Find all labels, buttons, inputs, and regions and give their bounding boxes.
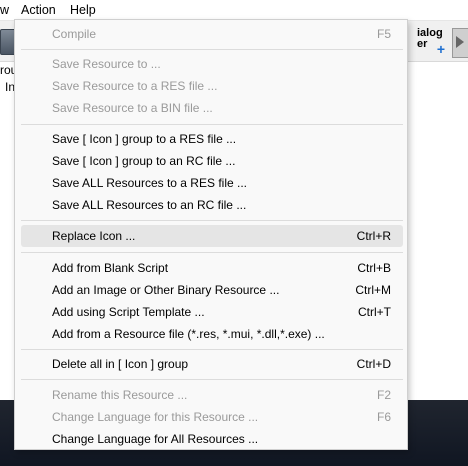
- menu-item-add-from-resource-file[interactable]: Add from a Resource file (*.res, *.mui, …: [21, 323, 403, 345]
- plus-icon: +: [436, 41, 445, 57]
- menu-bar: w Action Help: [0, 0, 468, 21]
- menu-item-delete-group[interactable]: Delete all in [ Icon ] group Ctrl+D: [21, 353, 403, 375]
- menu-item-label: Add from a Resource file (*.res, *.mui, …: [52, 327, 325, 341]
- menu-item-save-resource-bin[interactable]: Save Resource to a BIN file ...: [21, 97, 403, 119]
- menu-item-label: Save Resource to a RES file ...: [52, 79, 218, 93]
- menu-item-label: Replace Icon ...: [52, 229, 136, 243]
- menu-item-label: Save ALL Resources to a RES file ...: [52, 176, 247, 190]
- menu-item-save-resource-res[interactable]: Save Resource to a RES file ...: [21, 75, 403, 97]
- menu-item-label: Save [ Icon ] group to a RES file ...: [52, 132, 237, 146]
- menu-item-add-image[interactable]: Add an Image or Other Binary Resource ..…: [21, 279, 403, 301]
- menu-item-change-language-resource[interactable]: Change Language for this Resource ... F6: [21, 406, 403, 428]
- menu-item-label: Change Language for All Resources ...: [52, 432, 259, 446]
- menu-item-label: Change Language for this Resource ...: [52, 410, 259, 424]
- menu-item-add-blank-script[interactable]: Add from Blank Script Ctrl+B: [21, 257, 403, 279]
- menu-view[interactable]: w: [0, 2, 9, 18]
- play-button[interactable]: [452, 28, 468, 58]
- menu-item-label: Delete all in [ Icon ] group: [52, 357, 189, 371]
- menu-item-change-language-all[interactable]: Change Language for All Resources ...: [21, 428, 403, 450]
- app-window: w Action Help ialog er + rou In Compile …: [0, 0, 468, 466]
- menu-item-label: Save Resource to ...: [52, 57, 161, 71]
- menu-item-label: Add using Script Template ...: [52, 305, 205, 319]
- menu-item-shortcut: F6: [376, 410, 391, 424]
- action-dropdown-menu: Compile F5 Save Resource to ... Save Res…: [14, 19, 408, 450]
- menu-separator: [21, 379, 403, 380]
- menu-item-shortcut: Ctrl+B: [357, 261, 391, 275]
- menu-item-save-resource[interactable]: Save Resource to ...: [21, 53, 403, 75]
- menu-separator: [21, 252, 403, 253]
- menu-separator: [21, 220, 403, 221]
- menu-item-label: Add an Image or Other Binary Resource ..…: [52, 283, 280, 297]
- menu-item-save-group-rc[interactable]: Save [ Icon ] group to an RC file ...: [21, 150, 403, 172]
- menu-item-shortcut: F5: [376, 27, 391, 41]
- menu-item-rename-resource[interactable]: Rename this Resource ... F2: [21, 384, 403, 406]
- menu-item-label: Add from Blank Script: [52, 261, 169, 275]
- menu-item-shortcut: Ctrl+R: [356, 229, 391, 243]
- menu-item-label: Save Resource to a BIN file ...: [52, 101, 213, 115]
- menu-item-compile[interactable]: Compile F5: [21, 23, 403, 45]
- menu-item-label: Save [ Icon ] group to an RC file ...: [52, 154, 236, 168]
- menu-item-label: Rename this Resource ...: [52, 388, 188, 402]
- menu-item-shortcut: Ctrl+D: [356, 357, 391, 371]
- menu-item-replace-icon[interactable]: Replace Icon ... Ctrl+R: [21, 225, 403, 247]
- menu-help[interactable]: Help: [70, 2, 96, 18]
- menu-item-save-all-rc[interactable]: Save ALL Resources to an RC file ...: [21, 194, 403, 216]
- menu-item-shortcut: F2: [376, 388, 391, 402]
- menu-item-shortcut: Ctrl+T: [358, 305, 391, 319]
- menu-item-save-group-res[interactable]: Save [ Icon ] group to a RES file ...: [21, 128, 403, 150]
- menu-item-label: Compile: [52, 27, 97, 41]
- menu-item-shortcut: Ctrl+M: [355, 283, 391, 297]
- menu-separator: [21, 349, 403, 350]
- menu-item-label: Save ALL Resources to an RC file ...: [52, 198, 247, 212]
- menu-separator: [21, 49, 403, 50]
- menu-action[interactable]: Action: [21, 2, 56, 18]
- menu-item-add-script-template[interactable]: Add using Script Template ... Ctrl+T: [21, 301, 403, 323]
- menu-separator: [21, 124, 403, 125]
- dialog-button[interactable]: ialog er +: [417, 28, 445, 57]
- play-icon: [456, 36, 464, 48]
- menu-item-save-all-res[interactable]: Save ALL Resources to a RES file ...: [21, 172, 403, 194]
